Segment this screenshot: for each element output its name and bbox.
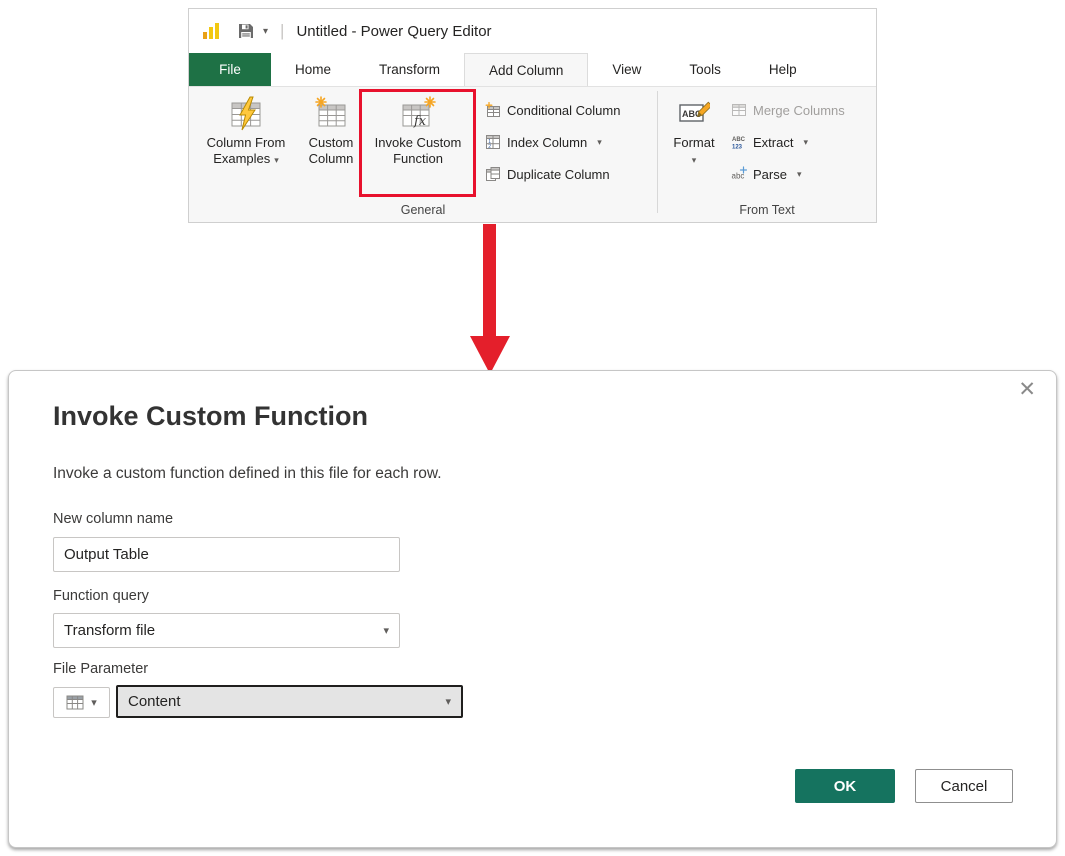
merge-columns-label: Merge Columns bbox=[753, 103, 845, 118]
merge-columns-button[interactable]: Merge Columns bbox=[731, 95, 845, 125]
caret-down-icon: ▾ bbox=[803, 137, 808, 148]
screenshot-stage: ▾ | Untitled - Power Query Editor File H… bbox=[0, 0, 1065, 856]
conditional-column-icon bbox=[485, 102, 501, 118]
svg-text:fx: fx bbox=[413, 114, 427, 129]
duplicate-column-button[interactable]: Duplicate Column bbox=[485, 159, 620, 189]
group-label-general: General bbox=[189, 203, 657, 217]
index-column-button[interactable]: 1 2 Index Column ▾ bbox=[485, 127, 620, 157]
tab-tools[interactable]: Tools bbox=[665, 53, 745, 86]
extract-label: Extract bbox=[753, 135, 793, 150]
quick-access-toolbar-caret-icon[interactable]: ▾ bbox=[263, 26, 268, 37]
conditional-column-label: Conditional Column bbox=[507, 103, 620, 118]
format-label: Format bbox=[673, 135, 714, 150]
column-from-examples-label-line2: Examples bbox=[213, 151, 270, 166]
window-title: Untitled - Power Query Editor bbox=[296, 23, 491, 40]
group-separator bbox=[657, 91, 658, 213]
custom-column-icon bbox=[301, 93, 361, 135]
svg-text:123: 123 bbox=[732, 145, 743, 151]
tab-help[interactable]: Help bbox=[745, 53, 821, 86]
caret-down-icon: ▾ bbox=[797, 169, 802, 180]
extract-button[interactable]: ABC 123 Extract ▾ bbox=[731, 127, 845, 157]
invoke-custom-function-label-line2: Function bbox=[393, 151, 443, 166]
power-query-editor-window: ▾ | Untitled - Power Query Editor File H… bbox=[188, 8, 877, 223]
invoke-custom-function-icon: fx bbox=[365, 93, 471, 135]
ribbon-body: Column From Examples ▾ bbox=[189, 86, 876, 222]
invoke-custom-function-label-line1: Invoke Custom bbox=[375, 135, 462, 150]
file-parameter-value: Content bbox=[128, 693, 181, 710]
column-from-examples-label-line1: Column From bbox=[207, 135, 286, 150]
ribbon-tab-row: File Home Transform Add Column View Tool… bbox=[189, 53, 876, 86]
new-column-name-input[interactable] bbox=[53, 537, 400, 572]
custom-column-button[interactable]: Custom Column bbox=[301, 93, 361, 167]
extract-icon: ABC 123 bbox=[731, 134, 747, 150]
function-query-value: Transform file bbox=[64, 622, 155, 639]
dialog-title: Invoke Custom Function bbox=[53, 401, 368, 432]
dialog-description: Invoke a custom function defined in this… bbox=[53, 465, 442, 483]
custom-column-label-line2: Column bbox=[309, 151, 354, 166]
function-query-select[interactable]: Transform file ▾ bbox=[53, 613, 400, 648]
flow-arrow bbox=[468, 224, 512, 376]
caret-down-icon: ▾ bbox=[274, 155, 279, 165]
caret-down-icon: ▾ bbox=[91, 696, 97, 709]
conditional-column-button[interactable]: Conditional Column bbox=[485, 95, 620, 125]
from-text-small-buttons: Merge Columns ABC 123 Extract ▾ abc bbox=[731, 95, 845, 191]
tab-view[interactable]: View bbox=[588, 53, 665, 86]
caret-down-icon: ▾ bbox=[445, 695, 451, 708]
duplicate-column-label: Duplicate Column bbox=[507, 167, 610, 182]
ok-button[interactable]: OK bbox=[795, 769, 895, 803]
column-from-examples-icon bbox=[195, 93, 297, 135]
tab-file[interactable]: File bbox=[189, 53, 271, 86]
format-icon: ABC bbox=[667, 93, 721, 135]
merge-columns-icon bbox=[731, 102, 747, 118]
parse-icon: abc bbox=[731, 166, 747, 182]
index-column-label: Index Column bbox=[507, 135, 587, 150]
general-small-buttons: Conditional Column 1 2 Index Column ▾ bbox=[485, 95, 620, 191]
column-from-examples-button[interactable]: Column From Examples ▾ bbox=[195, 93, 297, 168]
tab-home[interactable]: Home bbox=[271, 53, 355, 86]
invoke-custom-function-dialog: ✕ Invoke Custom Function Invoke a custom… bbox=[8, 370, 1057, 848]
title-bar: ▾ | Untitled - Power Query Editor bbox=[189, 9, 876, 53]
tab-transform[interactable]: Transform bbox=[355, 53, 464, 86]
duplicate-column-icon bbox=[485, 166, 501, 182]
svg-text:ABC: ABC bbox=[732, 137, 746, 143]
titlebar-divider: | bbox=[280, 21, 284, 41]
group-label-from-text: From Text bbox=[657, 203, 877, 217]
new-column-name-label: New column name bbox=[53, 511, 173, 527]
save-icon[interactable] bbox=[237, 22, 255, 40]
power-bi-icon bbox=[201, 21, 221, 41]
caret-down-icon: ▾ bbox=[383, 624, 389, 637]
file-parameter-type-button[interactable]: ▾ bbox=[53, 687, 110, 718]
close-icon[interactable]: ✕ bbox=[1018, 379, 1036, 400]
tab-add-column[interactable]: Add Column bbox=[464, 53, 588, 86]
index-column-icon: 1 2 bbox=[485, 134, 501, 150]
file-parameter-select[interactable]: Content ▾ bbox=[116, 685, 463, 718]
custom-column-label-line1: Custom bbox=[309, 135, 354, 150]
svg-text:abc: abc bbox=[732, 172, 745, 181]
cancel-button[interactable]: Cancel bbox=[915, 769, 1013, 803]
parse-button[interactable]: abc Parse ▾ bbox=[731, 159, 845, 189]
column-table-icon bbox=[66, 695, 84, 710]
format-button[interactable]: ABC Format ▾ bbox=[667, 93, 721, 168]
parse-label: Parse bbox=[753, 167, 787, 182]
caret-down-icon: ▾ bbox=[692, 155, 697, 165]
invoke-custom-function-button[interactable]: fx Invoke Custom Function bbox=[365, 93, 471, 167]
function-query-label: Function query bbox=[53, 588, 149, 604]
caret-down-icon: ▾ bbox=[597, 137, 602, 148]
svg-text:2: 2 bbox=[488, 144, 491, 150]
file-parameter-label: File Parameter bbox=[53, 661, 148, 677]
